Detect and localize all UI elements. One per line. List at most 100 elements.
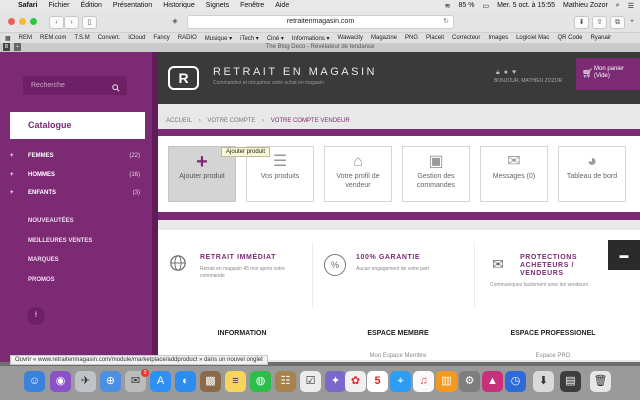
minimize-window-button[interactable] xyxy=(19,18,26,25)
launchpad-icon[interactable]: ✈ xyxy=(75,371,96,392)
search-icon[interactable] xyxy=(112,81,120,100)
trash-icon[interactable]: 🗑︎ xyxy=(590,371,611,392)
reload-icon[interactable]: ↻ xyxy=(443,16,449,28)
calendar-icon[interactable]: 5 xyxy=(367,371,388,392)
logo-icon[interactable]: R xyxy=(168,66,199,90)
system-preferences-icon[interactable]: ⚙ xyxy=(459,371,480,392)
photos-icon[interactable]: ✿ xyxy=(345,371,366,392)
notes-icon[interactable]: ≡ xyxy=(225,371,246,392)
chat-toggle-icon[interactable]: ▬ xyxy=(608,240,640,270)
expand-icon[interactable]: + xyxy=(10,172,14,178)
spotlight-icon[interactable]: ⌕ xyxy=(616,2,620,10)
facebook-icon[interactable]: f xyxy=(27,307,45,325)
messages-button[interactable]: ✉ Messages (0) xyxy=(480,146,548,202)
keynote-icon[interactable]: ⌖ xyxy=(390,371,411,392)
new-tab-button[interactable]: + xyxy=(627,16,637,27)
battery-icon[interactable]: ▭ xyxy=(482,2,489,10)
menu-edition[interactable]: Édition xyxy=(80,2,101,9)
itunes-icon[interactable]: ♫ xyxy=(413,371,434,392)
bookmark-item[interactable]: Correcteur xyxy=(452,35,480,41)
clock[interactable]: Mer. 5 oct. à 15:55 xyxy=(497,2,555,9)
breadcrumb-home[interactable]: ACCUEIL xyxy=(166,118,192,124)
menu-app[interactable]: Safari xyxy=(18,2,37,9)
downloads-folder-icon[interactable]: ⬇ xyxy=(533,371,554,392)
download-icon[interactable]: ⬇ xyxy=(574,16,589,29)
bookmark-item[interactable]: Ciné ▾ xyxy=(267,35,284,42)
site-title[interactable]: RETRAIT EN MAGASIN xyxy=(213,66,377,78)
breadcrumb-account[interactable]: VOTRE COMPTE xyxy=(207,118,255,124)
menu-fenetre[interactable]: Fenêtre xyxy=(240,2,264,9)
menu-historique[interactable]: Historique xyxy=(163,2,195,9)
back-button[interactable]: ‹ xyxy=(49,16,64,29)
documents-stack-icon[interactable]: ▤ xyxy=(560,371,581,392)
sidebar-link-nouveautes[interactable]: NOUVEAUTÉES xyxy=(28,218,74,224)
search-input[interactable]: Recherche xyxy=(23,76,127,95)
finder-icon[interactable]: ☺ xyxy=(24,371,45,392)
footer-pro-link[interactable]: Espace PRO xyxy=(483,353,623,359)
siri-icon[interactable]: ◉ xyxy=(50,371,71,392)
heart-icon[interactable]: ♥ xyxy=(512,69,520,76)
lock-icon[interactable]: 🔒︎ xyxy=(496,69,504,76)
bookmark-item[interactable]: iTech ▾ xyxy=(240,35,259,42)
user-icon[interactable]: ● xyxy=(504,69,512,76)
sidebar-link-marques[interactable]: MARQUES xyxy=(28,257,59,263)
seller-profile-button[interactable]: ⌂ Votre profil de vendeur xyxy=(324,146,392,202)
time-machine-icon[interactable]: ◷ xyxy=(505,371,526,392)
mail-icon[interactable]: ✉ 3 xyxy=(125,369,149,392)
bookmark-item[interactable]: Wawacity xyxy=(338,35,363,41)
expand-icon[interactable]: + xyxy=(10,190,14,196)
bookmark-item[interactable]: QR Code xyxy=(557,35,582,41)
bookmark-item[interactable]: PNG xyxy=(405,35,418,41)
bookmarks-grid-icon[interactable]: ▦ xyxy=(5,35,11,42)
bookmark-item[interactable]: T.S.M xyxy=(74,35,89,41)
bookmark-item[interactable]: Magazine xyxy=(371,35,397,41)
bookmark-item[interactable]: Images xyxy=(488,35,508,41)
tabs-overview-icon[interactable]: ⧉ xyxy=(610,16,625,29)
app-store-icon[interactable]: A xyxy=(150,371,171,392)
bookmark-item[interactable]: Ryanair xyxy=(590,35,611,41)
address-bar[interactable]: retraitenmagasin.com ↻ xyxy=(187,15,454,29)
contacts-icon[interactable]: ☷ xyxy=(275,371,296,392)
bookmark-item[interactable]: Convert. xyxy=(98,35,121,41)
bookmark-item[interactable]: Logiciel Mac xyxy=(516,35,549,41)
menu-aide[interactable]: Aide xyxy=(275,2,289,9)
footer-member-link[interactable]: Mon Espace Membre xyxy=(328,353,468,359)
reminders-icon[interactable]: ☑ xyxy=(300,371,321,392)
bookmark-item[interactable]: Musique ▾ xyxy=(205,35,232,42)
zoom-window-button[interactable] xyxy=(30,18,37,25)
wifi-icon[interactable]: ≋ xyxy=(445,2,451,10)
share-icon[interactable]: ⇪ xyxy=(592,16,607,29)
shield-icon[interactable]: ◈ xyxy=(169,16,181,27)
messages-icon[interactable]: ◍ xyxy=(250,371,271,392)
safari-icon[interactable]: ⊕ xyxy=(100,371,121,392)
transfer-icon[interactable]: ◐ xyxy=(175,371,196,392)
bookmark-item[interactable]: REM.com xyxy=(40,35,66,41)
bookmark-item[interactable]: REM xyxy=(19,35,32,41)
battery-percent[interactable]: 85 % xyxy=(458,2,474,9)
close-window-button[interactable] xyxy=(8,18,15,25)
bookmark-item[interactable]: Informations ▾ xyxy=(292,35,330,42)
menu-signets[interactable]: Signets xyxy=(206,2,229,9)
bookmark-item[interactable]: Placeit xyxy=(426,35,444,41)
bookmark-item[interactable]: RADIO xyxy=(178,35,197,41)
expand-icon[interactable]: + xyxy=(10,153,14,159)
photo-tool-icon[interactable]: ▩ xyxy=(200,371,221,392)
forward-button[interactable]: › xyxy=(64,16,79,29)
bookmark-item[interactable]: iCloud xyxy=(128,35,145,41)
bookmark-item[interactable]: Fancy xyxy=(153,35,169,41)
compressor-icon[interactable]: ▲ xyxy=(482,371,503,392)
menu-presentation[interactable]: Présentation xyxy=(113,2,152,9)
stickies-icon[interactable]: ✦ xyxy=(325,371,346,392)
greeting[interactable]: BONJOUR, MATHIEU ZOZOR xyxy=(494,78,562,84)
current-user[interactable]: Mathieu Zozor xyxy=(563,2,608,9)
active-tab-title[interactable]: The Blog Deco - Révélateur de tendance xyxy=(0,44,640,50)
notification-center-icon[interactable]: ☰ xyxy=(628,2,634,10)
sidebar-link-promos[interactable]: PROMOS xyxy=(28,277,55,283)
orders-management-button[interactable]: ▣ Gestion des commandes xyxy=(402,146,470,202)
sidebar-link-meilleures-ventes[interactable]: MEILLEURES VENTES xyxy=(28,238,92,244)
sidebar-toggle-icon[interactable]: ▯ xyxy=(82,16,97,29)
cart-button[interactable]: 🛒︎ Mon panier (Vide) xyxy=(576,58,640,90)
dashboard-button[interactable]: ◕ Tableau de bord xyxy=(558,146,626,202)
menu-fichier[interactable]: Fichier xyxy=(48,2,69,9)
ibooks-icon[interactable]: ▥ xyxy=(436,371,457,392)
